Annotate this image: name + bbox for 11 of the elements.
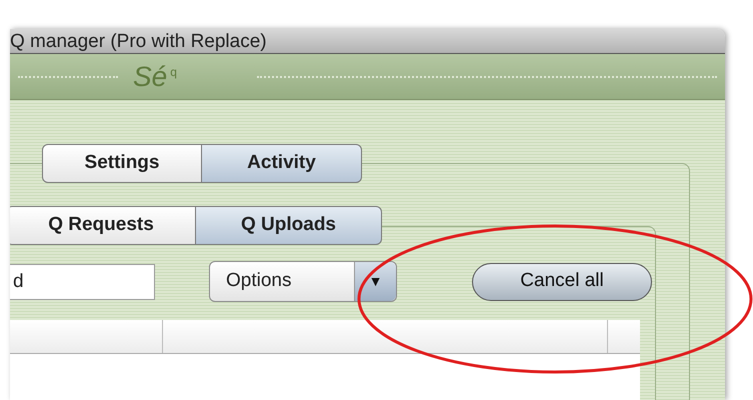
- tab[interactable]: Q Requests: [10, 206, 196, 245]
- caret-icon: ▼: [354, 262, 396, 301]
- app-logo-suffix: q: [170, 66, 177, 78]
- tab[interactable]: Activity: [202, 144, 362, 183]
- tab[interactable]: Q Uploads: [196, 206, 382, 245]
- tab[interactable]: Settings: [42, 144, 202, 183]
- app-logo: Sé: [133, 62, 168, 90]
- options-popup[interactable]: Options ▼: [209, 261, 397, 302]
- window-title: Q manager (Pro with Replace): [10, 32, 267, 50]
- filter-field[interactable]: d: [10, 264, 155, 300]
- cancel-all-button[interactable]: Cancel all: [472, 262, 652, 300]
